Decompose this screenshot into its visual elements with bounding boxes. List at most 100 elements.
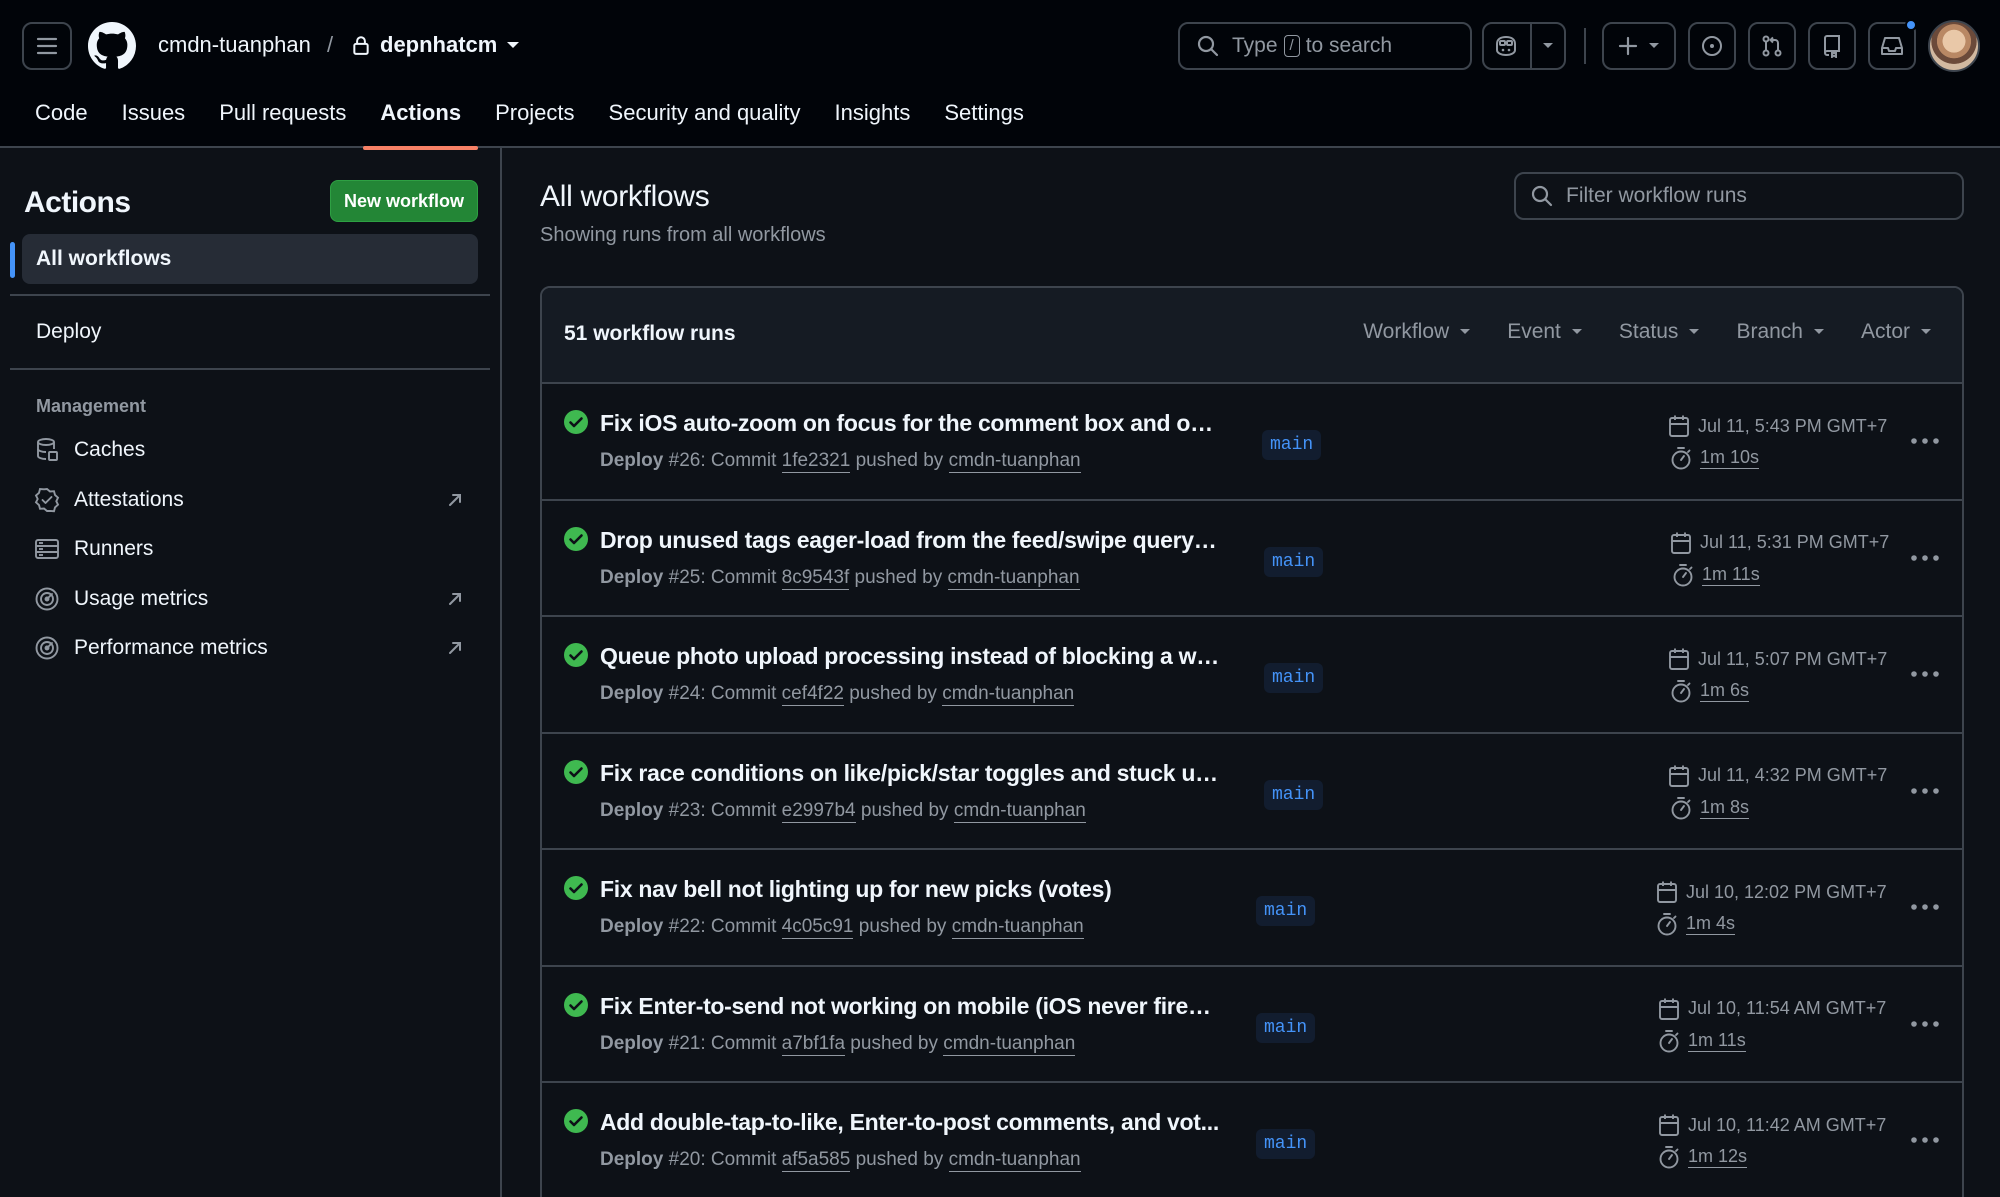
run-commit-link[interactable]: 1fe2321 — [781, 450, 851, 473]
workflow-run-row[interactable]: Add double-tap-to-like, Enter-to-post co… — [542, 1083, 1962, 1197]
branch-label[interactable]: main — [1264, 546, 1324, 577]
tab-settings[interactable]: Settings — [927, 92, 1041, 148]
run-commit-link[interactable]: 8c9543f — [781, 566, 850, 590]
branch-label[interactable]: main — [1256, 896, 1316, 926]
run-pusher-link[interactable]: cmdn-tuanphan — [948, 450, 1081, 473]
user-avatar[interactable] — [1928, 20, 1980, 72]
run-date-text: Jul 11, 4:32 PM GMT+7 — [1698, 765, 1888, 785]
run-title-link[interactable]: Fix nav bell not lighting up for new pic… — [600, 876, 1220, 903]
kebab-horizontal-icon[interactable] — [1910, 786, 1940, 796]
run-duration-text: 1m 4s — [1686, 913, 1736, 935]
run-pusher-link[interactable]: cmdn-tuanphan — [948, 1149, 1081, 1172]
run-filters: Workflow Event Status Branch Actor — [1363, 320, 1932, 344]
sidebar-item-deploy[interactable]: Deploy — [36, 320, 101, 344]
run-title-link[interactable]: Drop unused tags eager-load from the fee… — [600, 527, 1220, 554]
run-pusher-link[interactable]: cmdn-tuanphan — [951, 916, 1084, 939]
repo-owner-link[interactable]: cmdn-tuanphan — [158, 32, 311, 58]
branch-label[interactable]: main — [1262, 430, 1322, 460]
runs-header: 51 workflow runs Workflow Event Status B… — [542, 288, 1962, 384]
run-date-text: Jul 11, 5:07 PM GMT+7 — [1698, 648, 1888, 669]
kebab-horizontal-icon[interactable] — [1910, 902, 1940, 912]
calendar-icon — [1657, 881, 1677, 903]
kebab-horizontal-icon[interactable] — [1910, 553, 1940, 563]
tab-insights[interactable]: Insights — [818, 92, 928, 148]
workflow-run-row[interactable]: Fix iOS auto-zoom on focus for the comme… — [542, 384, 1962, 501]
sidebar-item-caches[interactable]: Caches — [34, 432, 474, 468]
run-date-text: Jul 11, 5:31 PM GMT+7 — [1700, 532, 1890, 552]
kebab-horizontal-icon[interactable] — [1910, 1019, 1940, 1029]
run-pusher-link[interactable]: cmdn-tuanphan — [947, 566, 1080, 590]
chevron-down-icon[interactable] — [506, 40, 520, 50]
kebab-horizontal-icon[interactable] — [1910, 436, 1940, 446]
run-title-link[interactable]: Queue photo upload processing instead of… — [600, 643, 1220, 670]
workflow-run-row[interactable]: Fix race conditions on like/pick/star to… — [542, 734, 1962, 850]
kebab-horizontal-icon[interactable] — [1910, 669, 1940, 679]
chevron-down-icon — [1921, 329, 1931, 334]
tab-projects[interactable]: Projects — [478, 92, 591, 148]
sidebar-item-all-workflows[interactable]: All workflows — [22, 234, 478, 284]
filter-workflow-runs-input[interactable]: Filter workflow runs — [1514, 172, 1964, 220]
repo-name-link[interactable]: depnhatcm — [380, 32, 497, 58]
run-pusher-link[interactable]: cmdn-tuanphan — [953, 799, 1086, 823]
link-external-icon — [449, 642, 461, 654]
search-input[interactable]: Type / to search — [1178, 22, 1472, 70]
sidebar-item-runners[interactable]: Runners — [34, 531, 474, 567]
run-title-link[interactable]: Fix iOS auto-zoom on focus for the comme… — [600, 410, 1220, 437]
github-logo-icon[interactable] — [88, 22, 136, 70]
run-count: 51 workflow runs — [564, 322, 736, 345]
run-number: #24 — [668, 683, 701, 704]
run-title-link[interactable]: Add double-tap-to-like, Enter-to-post co… — [600, 1109, 1220, 1136]
filter-workflow-dropdown[interactable]: Workflow — [1363, 320, 1471, 344]
filter-branch-dropdown[interactable]: Branch — [1736, 320, 1825, 344]
workflow-run-row[interactable]: Fix nav bell not lighting up for new pic… — [542, 850, 1962, 967]
run-commit-link[interactable]: 4c05c91 — [781, 916, 854, 939]
branch-label[interactable]: main — [1256, 1129, 1316, 1159]
run-pusher-link[interactable]: cmdn-tuanphan — [942, 683, 1075, 706]
run-workflow-name: Deploy — [600, 450, 664, 471]
your-pull-requests-button[interactable] — [1748, 22, 1796, 70]
tab-actions[interactable]: Actions — [363, 92, 478, 150]
filter-status-dropdown[interactable]: Status — [1619, 320, 1701, 344]
workflow-run-row[interactable]: Fix Enter-to-send not working on mobile … — [542, 967, 1962, 1083]
run-number: #20 — [668, 1149, 701, 1170]
run-title-link[interactable]: Fix Enter-to-send not working on mobile … — [600, 993, 1220, 1020]
run-commit-link[interactable]: cef4f22 — [781, 683, 844, 706]
tab-code[interactable]: Code — [18, 92, 105, 148]
chevron-down-icon — [1571, 329, 1582, 334]
repositories-button[interactable] — [1808, 22, 1856, 70]
branch-label[interactable]: main — [1264, 663, 1324, 693]
check-circle-fill-icon — [564, 876, 588, 900]
filter-actor-dropdown[interactable]: Actor — [1861, 320, 1932, 344]
workflow-run-row[interactable]: Queue photo upload processing instead of… — [542, 617, 1962, 734]
stopwatch-icon — [1659, 1029, 1679, 1052]
new-workflow-button[interactable]: New workflow — [330, 180, 478, 222]
run-title-link[interactable]: Fix race conditions on like/pick/star to… — [600, 760, 1220, 787]
branch-label[interactable]: main — [1256, 1012, 1316, 1043]
create-new-button[interactable] — [1602, 22, 1676, 70]
plus-icon — [1618, 36, 1638, 56]
run-date: Jul 11, 4:32 PM GMT+7 — [1668, 764, 1887, 788]
copilot-button[interactable] — [1482, 22, 1566, 70]
chevron-down-icon[interactable] — [1542, 42, 1554, 50]
run-commit-link[interactable]: af5a585 — [781, 1149, 851, 1172]
notification-indicator — [1905, 19, 1917, 31]
run-duration-text: 1m 8s — [1700, 796, 1750, 819]
tab-issues[interactable]: Issues — [105, 92, 203, 148]
branch-label[interactable]: main — [1264, 779, 1324, 810]
run-commit-link[interactable]: e2997b4 — [781, 799, 856, 823]
tab-pull-requests[interactable]: Pull requests — [202, 92, 363, 148]
check-circle-fill-icon — [564, 526, 588, 551]
your-issues-button[interactable] — [1688, 22, 1736, 70]
run-meta: Deploy #26: Commit 1fe2321 pushed by cmd… — [600, 450, 1081, 473]
sidebar-item-performance-metrics[interactable]: Performance metrics — [34, 630, 474, 666]
run-pusher-link[interactable]: cmdn-tuanphan — [943, 1032, 1076, 1056]
filter-event-dropdown[interactable]: Event — [1507, 320, 1583, 344]
divider — [10, 368, 490, 370]
run-commit-link[interactable]: a7bf1fa — [781, 1032, 846, 1056]
sidebar-item-usage-metrics[interactable]: Usage metrics — [34, 581, 474, 617]
workflow-run-row[interactable]: Drop unused tags eager-load from the fee… — [542, 501, 1962, 617]
tab-security-and-quality[interactable]: Security and quality — [592, 92, 818, 148]
menu-button[interactable] — [22, 22, 72, 70]
sidebar-item-attestations[interactable]: Attestations — [34, 482, 474, 518]
kebab-horizontal-icon[interactable] — [1910, 1135, 1940, 1145]
